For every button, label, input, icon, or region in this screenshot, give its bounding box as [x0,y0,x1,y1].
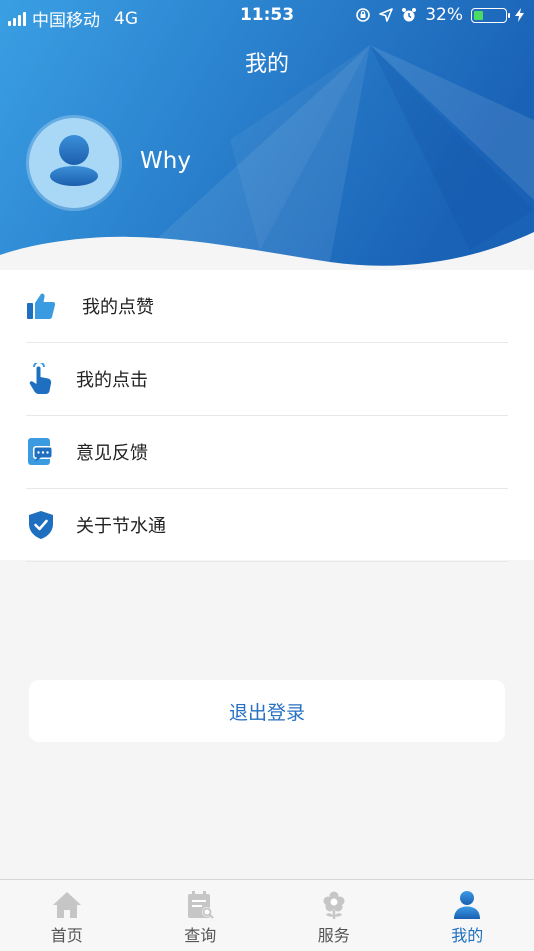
tab-label: 服务 [318,922,350,946]
shield-check-icon [26,510,56,540]
thumbs-up-icon [26,291,56,321]
menu-item-label: 我的点赞 [82,293,154,319]
tab-query[interactable]: 查询 [134,880,268,951]
menu-item-label: 意见反馈 [76,439,148,465]
tab-mine[interactable]: 我的 [401,880,534,951]
location-arrow-icon [379,8,393,22]
avatar-person-icon [29,118,119,208]
avatar[interactable] [29,118,119,208]
tab-label: 我的 [451,922,483,946]
person-icon [451,890,483,920]
home-icon [51,890,83,920]
bottom-tab-bar: 首页 查询 服务 [0,879,534,951]
tap-hand-icon [26,364,56,394]
profile-menu: 我的点赞 我的点击 意见反馈 [0,270,534,560]
tab-home[interactable]: 首页 [0,880,134,951]
charging-bolt-icon [515,8,524,22]
feedback-icon [26,437,56,467]
page-title: 我的 [0,46,534,78]
profile-header: 中国移动 4G 11:53 32% [0,0,534,275]
calendar-search-icon [184,890,216,920]
menu-item-my-likes[interactable]: 我的点赞 [26,270,508,343]
alarm-clock-icon [401,7,417,23]
tab-label: 首页 [51,922,83,946]
logout-button[interactable]: 退出登录 [29,680,505,742]
battery-percentage: 32% [425,5,463,25]
menu-item-my-clicks[interactable]: 我的点击 [26,343,508,416]
menu-item-label: 关于节水通 [76,512,166,538]
menu-item-feedback[interactable]: 意见反馈 [26,416,508,489]
menu-item-about[interactable]: 关于节水通 [26,489,508,562]
battery-icon [471,8,507,23]
menu-item-label: 我的点击 [76,366,148,392]
status-bar: 中国移动 4G 11:53 32% [0,0,534,32]
flower-icon [318,890,350,920]
tab-label: 查询 [184,922,216,946]
username: Why [140,148,191,174]
rotation-lock-icon [355,7,371,23]
tab-service[interactable]: 服务 [267,880,401,951]
